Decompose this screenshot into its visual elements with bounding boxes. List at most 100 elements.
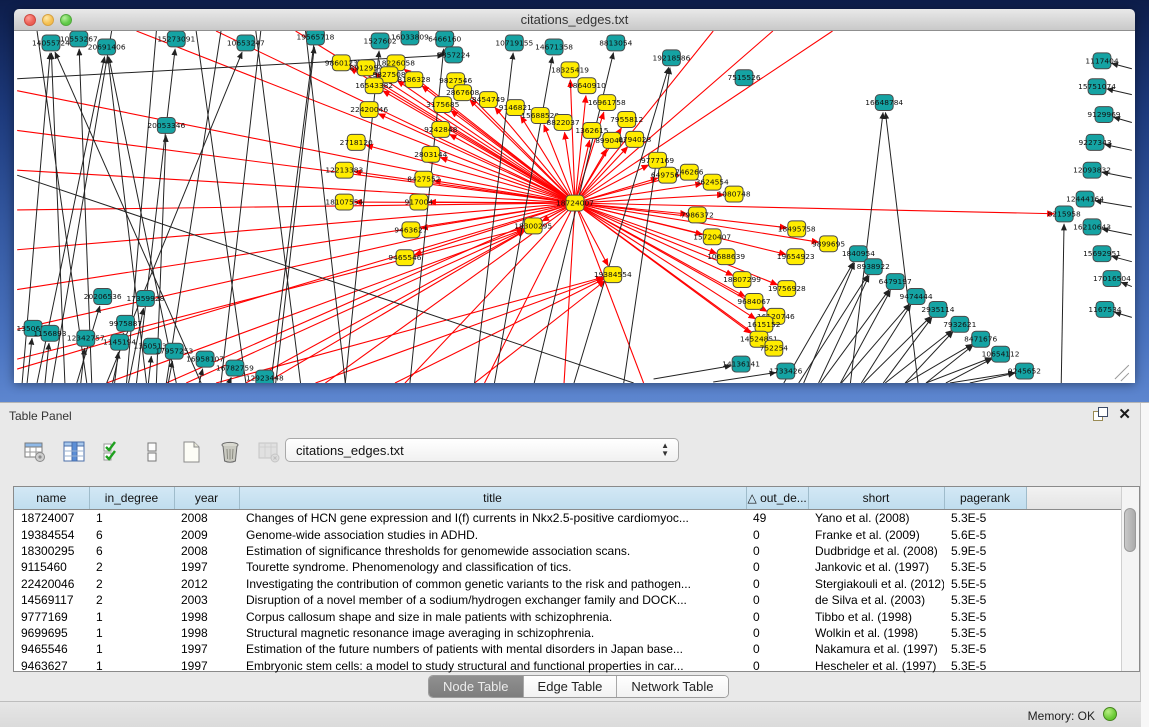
graph-node[interactable]: 1167534: [1088, 301, 1121, 317]
table-cell[interactable]: 6: [89, 543, 174, 559]
graph-node[interactable]: 19654923: [777, 249, 815, 265]
tab-network-table[interactable]: Network Table: [617, 676, 727, 697]
table-cell[interactable]: 9465546: [14, 641, 89, 657]
table-cell[interactable]: 9115460: [14, 559, 89, 575]
graph-node[interactable]: 16033809: [391, 31, 429, 45]
table-cell[interactable]: [1026, 608, 1122, 624]
table-cell[interactable]: 1997: [174, 658, 239, 674]
table-cell[interactable]: 9777169: [14, 608, 89, 624]
table-cell[interactable]: 1: [89, 658, 174, 674]
table-cell[interactable]: de Silva et al. (2003): [808, 592, 944, 608]
graph-node[interactable]: 18325419: [551, 62, 589, 78]
graph-node[interactable]: 2935114: [921, 301, 954, 317]
table-cell[interactable]: [1026, 592, 1122, 608]
table-cell[interactable]: 14569117: [14, 592, 89, 608]
table-cell[interactable]: 5.3E-5: [944, 641, 1026, 657]
table-cell[interactable]: [1026, 559, 1122, 575]
graph-node[interactable]: 8471676: [964, 331, 997, 347]
tab-edge-table[interactable]: Edge Table: [524, 676, 618, 697]
table-cell[interactable]: Disruption of a novel member of a sodium…: [239, 592, 746, 608]
graph-node[interactable]: 8215958: [1048, 206, 1081, 222]
table-cell[interactable]: 2: [89, 559, 174, 575]
table-cell[interactable]: Wolkin et al. (1998): [808, 625, 944, 641]
table-cell[interactable]: [1026, 576, 1122, 592]
graph-node[interactable]: 1733426: [769, 363, 802, 379]
table-cell[interactable]: [1026, 641, 1122, 657]
graph-node[interactable]: 7932621: [943, 316, 976, 332]
table-cell[interactable]: 5.3E-5: [944, 510, 1026, 527]
table-cell[interactable]: 6: [89, 526, 174, 542]
column-header-title[interactable]: title: [239, 487, 746, 510]
graph-node[interactable]: 9245652: [1008, 363, 1041, 379]
graph-node[interactable]: 9227343: [1078, 134, 1111, 150]
table-cell[interactable]: 2012: [174, 576, 239, 592]
table-cell[interactable]: 2008: [174, 510, 239, 527]
table-row[interactable]: 1938455462009Genome-wide association stu…: [14, 526, 1122, 542]
graph-node[interactable]: 9474444: [899, 289, 932, 305]
graph-node[interactable]: 14671358: [535, 39, 573, 55]
graph-node[interactable]: 2718120: [340, 134, 373, 150]
table-row[interactable]: 911546021997Tourette syndrome. Phenomeno…: [14, 559, 1122, 575]
graph-node[interactable]: 12213383: [325, 162, 363, 178]
graph-node[interactable]: 20206536: [84, 289, 122, 305]
table-cell[interactable]: 18300295: [14, 543, 89, 559]
graph-node[interactable]: 15751074: [1078, 79, 1116, 95]
table-cell[interactable]: [1026, 510, 1122, 527]
table-cell[interactable]: 9699695: [14, 625, 89, 641]
table-cell[interactable]: [1026, 526, 1122, 542]
table-cell[interactable]: Structural magnetic resonance image aver…: [239, 625, 746, 641]
new-table-icon[interactable]: [178, 439, 204, 465]
table-cell[interactable]: 2008: [174, 543, 239, 559]
table-selector-combobox[interactable]: citations_edges.txt ▲▼: [285, 438, 679, 462]
graph-node[interactable]: 15692951: [1083, 246, 1121, 262]
graph-node[interactable]: 16648784: [865, 95, 903, 111]
table-cell[interactable]: 0: [746, 543, 808, 559]
delete-table-icon[interactable]: [256, 439, 282, 465]
table-cell[interactable]: 0: [746, 608, 808, 624]
table-row[interactable]: 1872400712008Changes of HCN gene express…: [14, 510, 1122, 527]
table-row[interactable]: 969969511998Structural magnetic resonanc…: [14, 625, 1122, 641]
graph-node[interactable]: 16210643: [1073, 219, 1111, 235]
table-cell[interactable]: 9463627: [14, 658, 89, 674]
graph-node[interactable]: 1080748: [718, 186, 751, 202]
table-cell[interactable]: 5.3E-5: [944, 608, 1026, 624]
table-cell[interactable]: 1997: [174, 641, 239, 657]
graph-node[interactable]: 15273091: [157, 31, 195, 47]
table-cell[interactable]: 5.3E-5: [944, 658, 1026, 674]
graph-node[interactable]: 9684067: [737, 294, 770, 310]
graph-node[interactable]: 18495758: [778, 221, 816, 237]
table-cell[interactable]: 0: [746, 592, 808, 608]
table-cell[interactable]: [1026, 543, 1122, 559]
table-row[interactable]: 2242004622012Investigating the contribut…: [14, 576, 1122, 592]
table-cell[interactable]: Jankovic et al. (1997): [808, 559, 944, 575]
table-scrollbar[interactable]: [1121, 487, 1139, 671]
table-cell[interactable]: 22420046: [14, 576, 89, 592]
graph-node[interactable]: 19384554: [594, 267, 632, 283]
graph-node[interactable]: 9129969: [1087, 107, 1120, 123]
table-cell[interactable]: 49: [746, 510, 808, 527]
graph-node[interactable]: 10719155: [495, 35, 533, 51]
table-cell[interactable]: 5.9E-5: [944, 543, 1026, 559]
table-cell[interactable]: 1997: [174, 559, 239, 575]
table-cell[interactable]: Nakamura et al. (1997): [808, 641, 944, 657]
unselect-rows-icon[interactable]: [139, 439, 165, 465]
graph-node[interactable]: 18107554: [325, 194, 363, 210]
table-cell[interactable]: Dudbridge et al. (2008): [808, 543, 944, 559]
delete-attribute-icon[interactable]: [217, 439, 243, 465]
graph-node[interactable]: 8813054: [599, 35, 632, 51]
graph-node[interactable]: 17359928: [127, 291, 165, 307]
window-titlebar[interactable]: citations_edges.txt: [14, 9, 1135, 31]
table-settings-icon[interactable]: [22, 439, 48, 465]
column-header-filler[interactable]: [1026, 487, 1122, 510]
table-cell[interactable]: Estimation of significance thresholds fo…: [239, 543, 746, 559]
table-cell[interactable]: 5.5E-5: [944, 576, 1026, 592]
graph-node[interactable]: 6794028: [618, 131, 651, 147]
graph-node[interactable]: 20053346: [147, 118, 185, 134]
table-panel-titlebar[interactable]: Table Panel ✕: [0, 403, 1149, 429]
table-row[interactable]: 977716911998Corpus callosum shape and si…: [14, 608, 1122, 624]
graph-node[interactable]: 16961758: [588, 95, 626, 111]
table-row[interactable]: 946362711997Embryonic stem cells: a mode…: [14, 658, 1122, 674]
graph-node[interactable]: 18640910: [568, 78, 606, 94]
graph-node[interactable]: 9975887: [109, 315, 142, 331]
table-cell[interactable]: [1026, 658, 1122, 674]
